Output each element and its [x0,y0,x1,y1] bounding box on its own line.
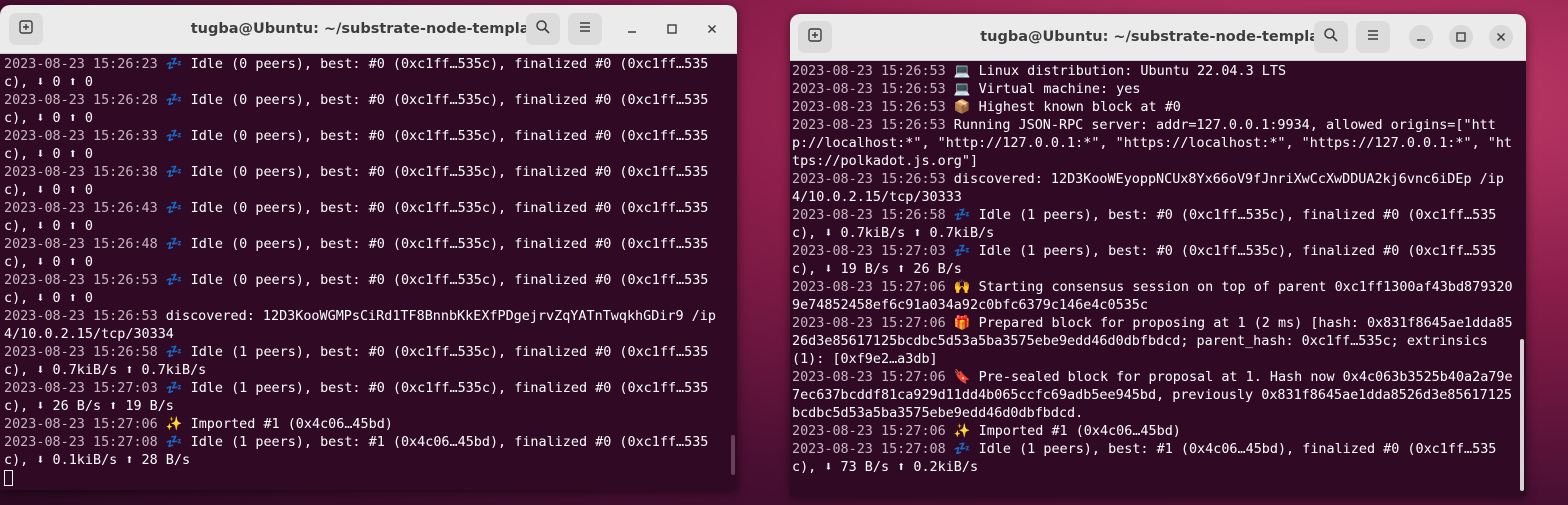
close-icon [1495,28,1507,47]
log-line: 2023-08-23 15:26:53 📦 Highest known bloc… [792,99,1514,117]
log-message: ✨ Imported #1 (0x4c06…45bd) [945,424,1181,439]
minimize-icon [626,20,638,39]
log-timestamp: 2023-08-23 15:26:43 [4,201,158,216]
log-timestamp: 2023-08-23 15:26:33 [4,129,158,144]
scrollbar[interactable] [1520,339,1524,491]
log-timestamp: 2023-08-23 15:26:38 [4,165,158,180]
titlebar[interactable]: tugba@Ubuntu: ~/substrate-node-template [790,14,1526,61]
log-line: 2023-08-23 15:26:28 💤 Idle (0 peers), be… [4,92,731,128]
log-timestamp: 2023-08-23 15:26:58 [4,345,158,360]
log-timestamp: 2023-08-23 15:26:48 [4,237,158,252]
log-line: 2023-08-23 15:27:03 💤 Idle (1 peers), be… [792,243,1514,279]
log-timestamp: 2023-08-23 15:27:06 [792,316,946,331]
log-line: 2023-08-23 15:26:43 💤 Idle (0 peers), be… [4,200,731,236]
menu-button[interactable] [568,13,602,45]
terminal-output[interactable]: 2023-08-23 15:26:23 💤 Idle (0 peers), be… [4,56,731,489]
maximize-button[interactable] [660,17,684,41]
log-line: 2023-08-23 15:27:06 🔖 Pre-sealed block f… [792,369,1514,423]
hamburger-menu-icon [577,19,593,39]
terminal-output[interactable]: 2023-08-23 15:26:53 💻 Linux distribution… [792,63,1514,477]
log-timestamp: 2023-08-23 15:27:06 [792,424,946,439]
new-tab-button[interactable] [9,13,43,45]
log-line: 2023-08-23 15:27:06 ✨ Imported #1 (0x4c0… [792,423,1514,441]
log-line: 2023-08-23 15:26:53 💤 Idle (0 peers), be… [4,272,731,308]
scrollbar[interactable] [731,435,735,475]
log-line: 2023-08-23 15:26:38 💤 Idle (0 peers), be… [4,164,731,200]
log-line: 2023-08-23 15:26:53 💻 Linux distribution… [792,63,1514,81]
log-line: 2023-08-23 15:26:53 Running JSON-RPC ser… [792,117,1514,171]
log-line: 2023-08-23 15:26:53 discovered: 12D3KooW… [4,308,731,344]
log-timestamp: 2023-08-23 15:26:53 [4,273,158,288]
log-line: 2023-08-23 15:26:48 💤 Idle (0 peers), be… [4,236,731,272]
new-tab-button[interactable] [798,21,832,53]
log-timestamp: 2023-08-23 15:26:53 [4,309,158,324]
maximize-button[interactable] [1449,25,1473,49]
log-line: 2023-08-23 15:26:23 💤 Idle (0 peers), be… [4,56,731,92]
log-line: 2023-08-23 15:26:58 💤 Idle (1 peers), be… [4,344,731,380]
close-button[interactable] [700,17,724,41]
titlebar[interactable]: tugba@Ubuntu: ~/substrate-node-template [0,5,737,54]
log-timestamp: 2023-08-23 15:27:03 [792,244,946,259]
log-timestamp: 2023-08-23 15:26:53 [792,172,946,187]
log-timestamp: 2023-08-23 15:27:06 [792,280,946,295]
log-line: 2023-08-23 15:27:08 💤 Idle (1 peers), be… [792,441,1514,477]
log-line: 2023-08-23 15:26:53 💻 Virtual machine: y… [792,81,1514,99]
log-timestamp: 2023-08-23 15:26:23 [4,57,158,72]
log-message: 💻 Virtual machine: yes [945,82,1141,97]
terminal-window-right[interactable]: tugba@Ubuntu: ~/substrate-node-template [790,14,1526,496]
minimize-icon [1415,28,1427,47]
maximize-icon [1455,28,1467,47]
log-timestamp: 2023-08-23 15:26:28 [4,93,158,108]
log-message: 💻 Linux distribution: Ubuntu 22.04.3 LTS [945,64,1287,79]
search-icon [535,19,551,39]
log-line: 2023-08-23 15:27:08 💤 Idle (1 peers), be… [4,434,731,470]
search-button[interactable] [526,13,560,45]
log-line: 2023-08-23 15:26:53 discovered: 12D3KooW… [792,171,1514,207]
terminal-window-left[interactable]: tugba@Ubuntu: ~/substrate-node-template [0,5,737,490]
new-tab-icon [18,19,34,39]
search-icon [1323,27,1339,47]
close-icon [706,20,718,39]
log-timestamp: 2023-08-23 15:26:53 [792,82,946,97]
minimize-button[interactable] [620,17,644,41]
log-timestamp: 2023-08-23 15:27:08 [4,435,158,450]
log-timestamp: 2023-08-23 15:26:58 [792,208,946,223]
close-button[interactable] [1489,25,1513,49]
log-timestamp: 2023-08-23 15:27:06 [792,370,946,385]
menu-button[interactable] [1356,21,1390,53]
new-tab-icon [807,27,823,47]
log-timestamp: 2023-08-23 15:26:53 [792,118,946,133]
search-button[interactable] [1314,21,1348,53]
log-timestamp: 2023-08-23 15:27:06 [4,417,158,432]
minimize-button[interactable] [1409,25,1433,49]
text-cursor [4,470,13,486]
log-line: 2023-08-23 15:27:06 🙌 Starting consensus… [792,279,1514,315]
log-line: 2023-08-23 15:27:06 ✨ Imported #1 (0x4c0… [4,416,731,434]
log-timestamp: 2023-08-23 15:26:53 [792,100,946,115]
log-line: 2023-08-23 15:27:03 💤 Idle (1 peers), be… [4,380,731,416]
log-message: 📦 Highest known block at #0 [945,100,1181,115]
log-line: 2023-08-23 15:26:58 💤 Idle (1 peers), be… [792,207,1514,243]
hamburger-menu-icon [1365,27,1381,47]
log-message: ✨ Imported #1 (0x4c06…45bd) [157,417,393,432]
maximize-icon [666,20,678,39]
log-timestamp: 2023-08-23 15:27:03 [4,381,158,396]
log-line: 2023-08-23 15:26:33 💤 Idle (0 peers), be… [4,128,731,164]
log-line: 2023-08-23 15:27:06 🎁 Prepared block for… [792,315,1514,369]
log-timestamp: 2023-08-23 15:26:53 [792,64,946,79]
log-timestamp: 2023-08-23 15:27:08 [792,442,946,457]
